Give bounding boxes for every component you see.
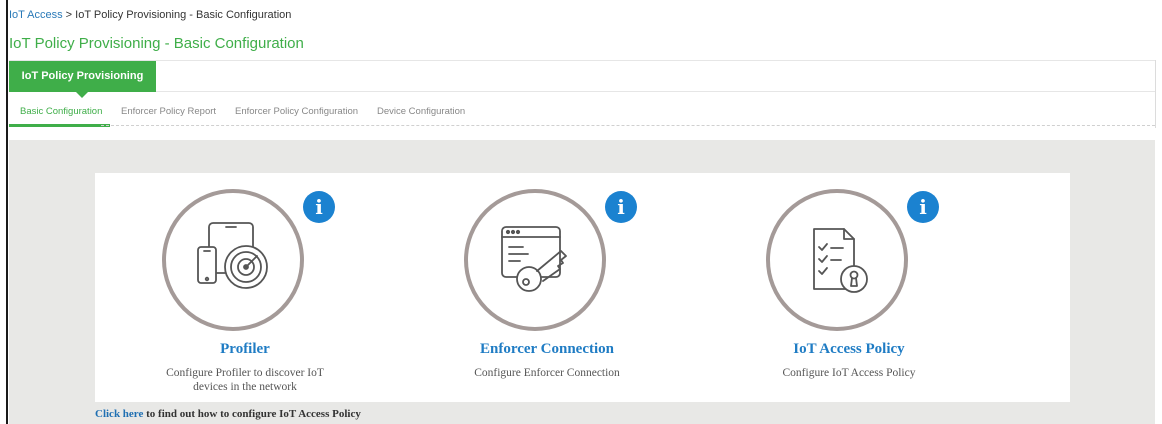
enforcer-connection-title[interactable]: Enforcer Connection (397, 341, 697, 358)
enforcer-connection-circle-button[interactable] (464, 189, 606, 331)
profiler-title[interactable]: Profiler (95, 341, 395, 358)
click-here-link[interactable]: Click here (95, 408, 143, 420)
enforcer-connection-info-icon[interactable]: i (605, 191, 637, 223)
card-iot-access-policy: i IoT Access Policy Configure IoT Access… (699, 173, 999, 402)
checklist-lock-icon (813, 228, 868, 293)
card-enforcer-connection: i Enforcer Connection Configure Enforcer… (397, 173, 697, 402)
tab-row-divider (156, 91, 1155, 92)
iot-access-policy-title[interactable]: IoT Access Policy (699, 341, 999, 358)
subtab-device-configuration[interactable]: Device Configuration (377, 106, 465, 117)
subtab-dashed-divider (101, 125, 1155, 126)
iot-access-policy-description: Configure IoT Access Policy (699, 366, 999, 380)
devices-radar-icon (197, 222, 268, 289)
subtab-enforcer-policy-report[interactable]: Enforcer Policy Report (121, 106, 216, 117)
subtab-bar: Basic Configuration Enforcer Policy Repo… (9, 101, 1155, 127)
profiler-info-icon[interactable]: i (303, 191, 335, 223)
card-profiler: i Profiler Configure Profiler to discove… (95, 173, 395, 402)
breadcrumb-link-iot-access[interactable]: IoT Access (9, 9, 63, 21)
iot-access-policy-info-icon[interactable]: i (907, 191, 939, 223)
profiler-description-line: Configure Profiler to discover IoT (166, 367, 324, 379)
browser-key-icon (501, 226, 567, 292)
breadcrumb-current: IoT Policy Provisioning - Basic Configur… (75, 9, 292, 21)
profiler-description: Configure Profiler to discover IoT devic… (95, 366, 395, 394)
cards-panel: i Profiler Configure Profiler to discove… (95, 173, 1070, 402)
enforcer-connection-description: Configure Enforcer Connection (397, 366, 697, 380)
enforcer-connection-description-line: Configure Enforcer Connection (474, 367, 620, 379)
iot-access-policy-circle-button[interactable] (766, 189, 908, 331)
iot-access-policy-description-line: Configure IoT Access Policy (782, 367, 916, 379)
page-title: IoT Policy Provisioning - Basic Configur… (9, 35, 304, 52)
window-left-border (6, 0, 8, 424)
tab-iot-policy-provisioning[interactable]: IoT Policy Provisioning (9, 61, 156, 92)
profiler-description-line: devices in the network (193, 381, 297, 393)
breadcrumb: IoT Access > IoT Policy Provisioning - B… (9, 9, 291, 21)
subtab-basic-configuration[interactable]: Basic Configuration (20, 106, 102, 117)
active-tab-caret (76, 92, 88, 98)
help-footer-text: to find out how to configure IoT Access … (143, 408, 361, 420)
active-subtab-underline (9, 124, 110, 127)
header-divider (9, 60, 1155, 61)
right-divider (1155, 60, 1156, 128)
subtab-enforcer-policy-configuration[interactable]: Enforcer Policy Configuration (235, 106, 358, 117)
help-footer: Click here to find out how to configure … (95, 408, 361, 420)
profiler-circle-button[interactable] (162, 189, 304, 331)
breadcrumb-separator: > (62, 9, 76, 21)
